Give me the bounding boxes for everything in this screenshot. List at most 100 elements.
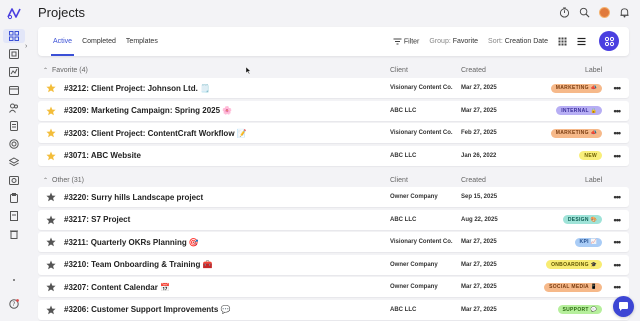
nav-people-icon[interactable] bbox=[3, 101, 25, 115]
avatar[interactable] bbox=[598, 6, 610, 18]
sidebar-expand-chevron-icon[interactable]: › bbox=[25, 43, 27, 50]
table-row[interactable]: #3206: Customer Support Improvements 💬 AB… bbox=[38, 299, 629, 320]
label-badge[interactable]: SOCIAL MEDIA 📱 bbox=[544, 282, 602, 292]
bell-icon[interactable] bbox=[618, 6, 630, 18]
table-row[interactable]: #3220: Surry hills Landscape project Owne… bbox=[38, 187, 629, 207]
project-name[interactable]: #3211: Quarterly OKRs Planning 🎯 bbox=[64, 238, 199, 247]
star-icon[interactable] bbox=[46, 215, 56, 225]
project-client: Visionary Content Co. bbox=[390, 239, 453, 245]
project-name[interactable]: #3206: Customer Support Improvements 💬 bbox=[64, 305, 230, 314]
nav-projects-icon[interactable] bbox=[3, 29, 25, 43]
group-header-favorite[interactable]: ⌃ Favorite (4) Client Created Label bbox=[38, 63, 629, 77]
tab-templates[interactable]: Templates bbox=[121, 27, 163, 56]
more-options-icon[interactable]: ••• bbox=[614, 128, 622, 138]
list-view-icon[interactable] bbox=[577, 37, 586, 46]
table-row[interactable]: #3203: Client Project: ContentCraft Work… bbox=[38, 123, 629, 143]
table-row[interactable]: #3211: Quarterly OKRs Planning 🎯 Visionar… bbox=[38, 232, 629, 252]
apps-icon bbox=[604, 36, 614, 46]
group-header-other[interactable]: ⌃ Other (31) Client Created Label bbox=[38, 173, 629, 187]
nav-clipboard-icon[interactable] bbox=[3, 191, 25, 205]
star-icon[interactable] bbox=[46, 151, 56, 161]
label-badge[interactable]: ONBOARDING 🎓 bbox=[546, 260, 602, 269]
app-logo-icon[interactable] bbox=[6, 5, 22, 21]
sidebar: ? bbox=[0, 0, 28, 321]
more-options-icon[interactable]: ••• bbox=[614, 260, 622, 270]
table-row[interactable]: #3071: ABC Website ABC LLC Jan 26, 2022 NEW… bbox=[38, 145, 629, 166]
table-row[interactable]: #3210: Team Onboarding & Training 🧰 Owner… bbox=[38, 254, 629, 275]
filter-button[interactable]: Filter bbox=[393, 37, 420, 46]
table-row[interactable]: #3209: Marketing Campaign: Spring 2025 🌸… bbox=[38, 100, 629, 121]
star-icon[interactable] bbox=[46, 128, 56, 138]
chat-icon bbox=[619, 302, 628, 311]
project-client: ABC LLC bbox=[390, 306, 417, 313]
filter-label: Filter bbox=[403, 38, 420, 46]
more-options-icon[interactable]: ••• bbox=[614, 237, 622, 247]
label-badge[interactable]: MARKETING 📣 bbox=[550, 83, 602, 93]
group-selector[interactable]: Group: Favorite bbox=[429, 38, 478, 45]
star-icon[interactable] bbox=[46, 260, 56, 270]
project-name[interactable]: #3212: Client Project: Johnson Ltd. 🗒️ bbox=[64, 84, 210, 93]
project-name[interactable]: #3071: ABC Website bbox=[64, 151, 141, 160]
more-options-icon[interactable]: ••• bbox=[614, 83, 622, 93]
nav-documents-icon[interactable] bbox=[3, 119, 25, 133]
grid-view-icon[interactable] bbox=[558, 37, 567, 46]
chevron-up-icon: ⌃ bbox=[43, 177, 49, 184]
group-title: Favorite (4) bbox=[52, 66, 88, 74]
star-icon[interactable] bbox=[46, 106, 56, 116]
label-badge[interactable]: DESIGN 🎨 bbox=[562, 215, 602, 224]
table-row[interactable]: #3212: Client Project: Johnson Ltd. 🗒️ Vi… bbox=[38, 78, 629, 98]
star-icon[interactable] bbox=[46, 192, 56, 202]
table-row[interactable]: #3217: S7 Project ABC LLC Aug 22, 2025 DESI… bbox=[38, 209, 629, 230]
chevron-up-icon: ⌃ bbox=[43, 67, 49, 74]
more-options-icon[interactable]: ••• bbox=[614, 215, 622, 225]
search-icon[interactable] bbox=[578, 6, 590, 18]
sort-prefix: Sort: bbox=[488, 38, 503, 45]
star-icon[interactable] bbox=[46, 305, 56, 315]
tab-completed[interactable]: Completed bbox=[77, 27, 121, 56]
project-name[interactable]: #3203: Client Project: ContentCraft Work… bbox=[64, 129, 247, 138]
nav-calendar-icon[interactable] bbox=[3, 83, 25, 97]
more-options-icon[interactable]: ••• bbox=[614, 192, 622, 202]
label-badge[interactable]: MARKETING 📣 bbox=[550, 128, 602, 138]
sort-selector[interactable]: Sort: Creation Date bbox=[488, 38, 548, 45]
project-created-date: Mar 27, 2025 bbox=[461, 261, 497, 268]
nav-timesheet-icon[interactable] bbox=[3, 173, 25, 187]
group-title: Other (31) bbox=[52, 176, 84, 184]
project-name[interactable]: #3209: Marketing Campaign: Spring 2025 🌸 bbox=[64, 106, 232, 115]
project-client: ABC LLC bbox=[390, 216, 417, 223]
more-options-icon[interactable]: ••• bbox=[614, 282, 622, 292]
star-icon[interactable] bbox=[46, 282, 56, 292]
star-icon[interactable] bbox=[46, 83, 56, 93]
project-name[interactable]: #3217: S7 Project bbox=[64, 215, 130, 224]
page-title: Projects bbox=[38, 5, 85, 20]
project-created-date: Mar 27, 2025 bbox=[461, 306, 497, 313]
column-client: Client bbox=[390, 176, 408, 184]
label-badge[interactable]: NEW bbox=[579, 151, 602, 160]
label-badge[interactable]: INTERNAL 🔒 bbox=[556, 106, 602, 115]
table-row[interactable]: #3207: Content Calendar 📅 Owner Company Ma… bbox=[38, 277, 629, 297]
chat-button[interactable] bbox=[613, 296, 634, 317]
project-name[interactable]: #3207: Content Calendar 📅 bbox=[64, 283, 170, 292]
column-label: Label bbox=[585, 66, 603, 74]
nav-target-icon[interactable] bbox=[3, 137, 25, 151]
timer-icon[interactable] bbox=[558, 6, 570, 18]
project-created-date: Aug 22, 2025 bbox=[461, 216, 498, 223]
star-icon[interactable] bbox=[46, 237, 56, 247]
nav-reports-icon[interactable] bbox=[3, 65, 25, 79]
group-prefix: Group: bbox=[429, 38, 451, 45]
project-name[interactable]: #3220: Surry hills Landscape project bbox=[64, 193, 203, 202]
help-icon[interactable]: ? bbox=[3, 297, 25, 311]
apps-button[interactable] bbox=[599, 31, 619, 51]
project-name[interactable]: #3210: Team Onboarding & Training 🧰 bbox=[64, 260, 213, 269]
column-created: Created bbox=[461, 176, 486, 184]
nav-layers-icon[interactable] bbox=[3, 155, 25, 169]
more-options-icon[interactable]: ••• bbox=[614, 151, 622, 161]
tab-active[interactable]: Active bbox=[48, 27, 77, 56]
label-badge[interactable]: SUPPORT 💬 bbox=[557, 305, 602, 314]
nav-trash-icon[interactable] bbox=[3, 227, 25, 241]
nav-board-icon[interactable] bbox=[3, 47, 25, 61]
more-options-icon[interactable]: ••• bbox=[614, 106, 622, 116]
column-created: Created bbox=[461, 66, 486, 74]
nav-invoice-icon[interactable] bbox=[3, 209, 25, 223]
label-badge[interactable]: KPI 📈 bbox=[574, 237, 602, 247]
